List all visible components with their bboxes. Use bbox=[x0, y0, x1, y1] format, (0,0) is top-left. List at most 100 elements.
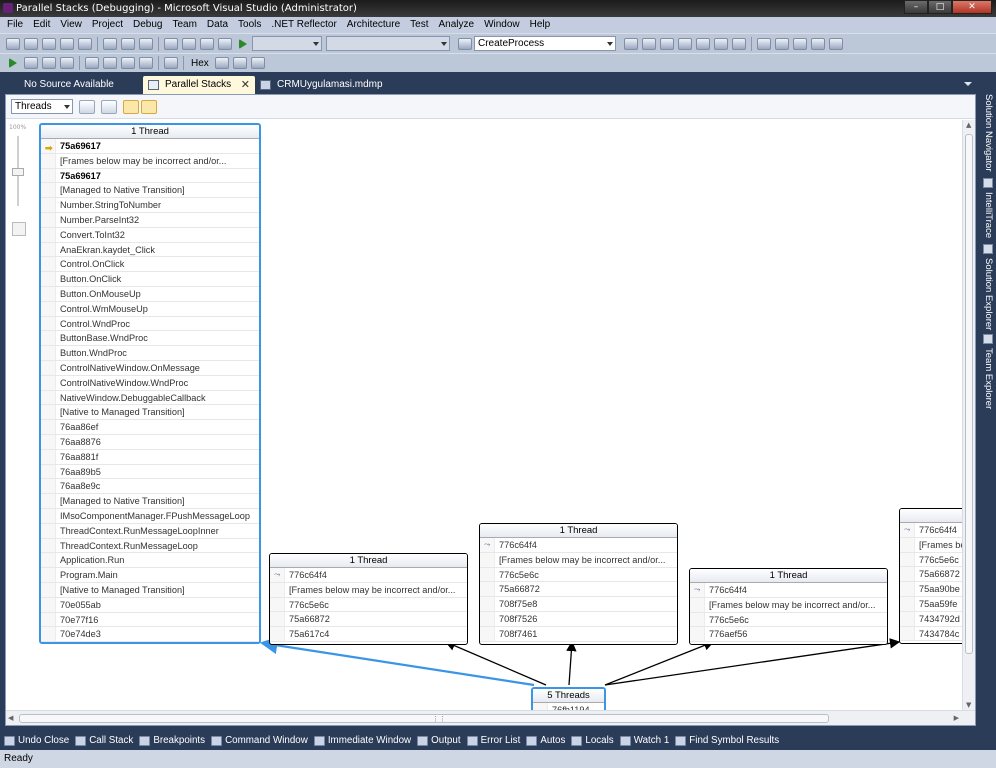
menu-project[interactable]: Project bbox=[87, 17, 128, 33]
stack-frame[interactable]: 708f7526 bbox=[480, 611, 677, 627]
tab-dropdown-icon[interactable] bbox=[964, 82, 972, 86]
stack-frame[interactable]: 75a66872 bbox=[900, 567, 962, 583]
tab-no-source-available[interactable]: No Source Available bbox=[2, 76, 138, 94]
stack-frame[interactable]: Control.WmMouseUp bbox=[41, 301, 259, 317]
navigate-forward-icon[interactable] bbox=[218, 37, 232, 50]
stack-frame[interactable]: 75aa59fe bbox=[900, 596, 962, 612]
vertical-scroll-thumb[interactable] bbox=[965, 134, 973, 654]
stack-frame[interactable]: 76aa881f bbox=[41, 449, 259, 465]
stack-frame[interactable]: 7434792d bbox=[900, 611, 962, 627]
tool-tab-watch-1[interactable]: Watch 1 bbox=[619, 735, 669, 746]
stack-node[interactable]: 1 Thread ⤳ 776c64f4 [Frames below may be in… bbox=[269, 553, 468, 645]
tool-tab-output[interactable]: Output bbox=[417, 735, 461, 746]
stack-frame[interactable]: Number.ParseInt32 bbox=[41, 212, 259, 228]
flag-threads-icon[interactable] bbox=[79, 99, 95, 114]
menu-file[interactable]: File bbox=[2, 17, 28, 33]
horizontal-scroll-thumb[interactable]: ⋮⋮ bbox=[19, 714, 829, 723]
tool-tab-breakpoints[interactable]: Breakpoints bbox=[139, 735, 205, 746]
stack-frame[interactable]: IMsoComponentManager.FPushMessageLoop bbox=[41, 508, 259, 524]
tool-tab-command-window[interactable]: Command Window bbox=[211, 735, 308, 746]
stack-frame[interactable]: [Frames below may be incorrect and/or... bbox=[690, 597, 887, 613]
stack-frame[interactable]: ThreadContext.RunMessageLoop bbox=[41, 538, 259, 554]
object-browser-icon[interactable] bbox=[660, 37, 674, 50]
breakpoints-window-icon[interactable] bbox=[250, 57, 265, 69]
stack-frame[interactable]: AnaEkran.kaydet_Click bbox=[41, 242, 259, 258]
stack-frame[interactable]: ⤳ 776c64f4 bbox=[270, 568, 467, 583]
menu-tools[interactable]: Tools bbox=[233, 17, 266, 33]
scroll-down-icon[interactable]: ▼ bbox=[966, 701, 971, 709]
tool-tab-error-list[interactable]: Error List bbox=[466, 735, 520, 746]
stack-frame[interactable]: ⤳ 776c64f4 bbox=[690, 583, 887, 598]
zoom-thumb[interactable] bbox=[12, 168, 24, 176]
stack-frame[interactable]: [Native to Managed Transition] bbox=[41, 405, 259, 421]
add-item-icon[interactable] bbox=[24, 37, 38, 50]
stack-node-header[interactable]: 5 Threads bbox=[533, 689, 604, 703]
stack-frame[interactable]: 76aa89b5 bbox=[41, 464, 259, 480]
stack-frame[interactable]: ⤳ 776c64f4 bbox=[900, 523, 962, 538]
tab-parallel-stacks[interactable]: Parallel Stacks ✕ bbox=[143, 76, 255, 94]
stack-frame[interactable]: 70e77f16 bbox=[41, 612, 259, 628]
stack-node[interactable]: 5 Threads 76fb1194 bbox=[531, 687, 606, 710]
view-mode-combo[interactable]: Threads bbox=[11, 99, 73, 114]
restart-icon[interactable] bbox=[60, 57, 74, 69]
tool-tab-undo-close[interactable]: Undo Close bbox=[4, 735, 69, 746]
menu-debug[interactable]: Debug bbox=[128, 17, 167, 33]
toolbox-icon[interactable] bbox=[678, 37, 692, 50]
parallel-stacks-diagram[interactable]: 100% 1 Thread ➡ 75a69617 [Frames below may … bbox=[6, 120, 962, 710]
stack-frame[interactable]: 776c5e6c bbox=[900, 552, 962, 568]
stack-frame[interactable]: Control.OnClick bbox=[41, 257, 259, 273]
tool-tab-find-symbol-results[interactable]: Find Symbol Results bbox=[675, 735, 779, 746]
uncomment-icon[interactable] bbox=[775, 37, 789, 50]
stack-frame[interactable]: ButtonBase.WndProc bbox=[41, 331, 259, 347]
horizontal-scrollbar[interactable]: ◀ ⋮⋮ ▶ bbox=[6, 710, 975, 725]
stack-frame[interactable]: 708f75e8 bbox=[480, 597, 677, 612]
cut-icon[interactable] bbox=[103, 37, 117, 50]
stack-frame[interactable]: Button.OnClick bbox=[41, 272, 259, 287]
stack-frame[interactable]: ⤳ 776c64f4 bbox=[480, 538, 677, 553]
stack-frame[interactable]: 776aef56 bbox=[690, 627, 887, 643]
tool-tab-immediate-window[interactable]: Immediate Window bbox=[313, 735, 411, 746]
solution-configuration-combo[interactable] bbox=[252, 36, 322, 51]
stack-frame[interactable]: Application.Run bbox=[41, 553, 259, 569]
show-next-statement-icon[interactable] bbox=[85, 57, 99, 69]
stack-frame[interactable]: 70e055ab bbox=[41, 597, 259, 613]
stack-frame[interactable]: 7434784c bbox=[900, 626, 962, 642]
scroll-up-icon[interactable]: ▲ bbox=[966, 121, 971, 129]
vertical-scrollbar[interactable]: ▲ ▼ bbox=[962, 120, 975, 710]
stack-frame[interactable]: 75a66872 bbox=[480, 582, 677, 598]
stop-debugging-icon[interactable] bbox=[42, 57, 56, 69]
stack-frame[interactable]: [Frames below may be incorrect and/or... bbox=[270, 582, 467, 598]
solution-explorer-icon[interactable] bbox=[624, 37, 638, 50]
tab-crmuygulamasi-mdmp[interactable]: CRMUygulamasi.mdmp bbox=[255, 76, 395, 94]
maximize-button[interactable]: □ bbox=[928, 0, 952, 14]
step-out-icon[interactable] bbox=[139, 57, 153, 69]
side-tab-intellitrace[interactable]: IntelliTrace bbox=[982, 192, 994, 238]
arrow-up-icon[interactable] bbox=[811, 37, 825, 50]
menu-analyze[interactable]: Analyze bbox=[433, 17, 479, 33]
stack-node-header[interactable]: 1 Thread bbox=[690, 569, 887, 583]
tool-tab-locals[interactable]: Locals bbox=[571, 735, 614, 746]
stack-frame[interactable]: [Managed to Native Transition] bbox=[41, 183, 259, 199]
stack-frame[interactable]: Program.Main bbox=[41, 568, 259, 583]
start-page-icon[interactable] bbox=[714, 37, 728, 50]
stack-frame[interactable]: Number.StringToNumber bbox=[41, 198, 259, 213]
continue-icon[interactable] bbox=[9, 58, 17, 68]
stack-frame[interactable]: [Frames below may be incorrect and/or... bbox=[41, 153, 259, 169]
find-combo[interactable]: CreateProcess bbox=[474, 36, 616, 51]
stack-frame[interactable]: [Frames be bbox=[900, 537, 962, 553]
stack-node-header[interactable]: 1 Thread bbox=[480, 524, 677, 538]
save-all-icon[interactable] bbox=[78, 37, 92, 50]
side-tab-team-explorer[interactable]: Team Explorer bbox=[982, 348, 994, 409]
extension-manager-icon[interactable] bbox=[696, 37, 710, 50]
step-over-icon[interactable] bbox=[121, 57, 135, 69]
tool-tab-autos[interactable]: Autos bbox=[526, 735, 565, 746]
side-tab-solution-explorer[interactable]: Solution Explorer bbox=[982, 258, 994, 330]
comment-icon[interactable] bbox=[757, 37, 771, 50]
properties-icon[interactable] bbox=[642, 37, 656, 50]
stack-frame[interactable]: Button.WndProc bbox=[41, 346, 259, 361]
open-file-icon[interactable] bbox=[42, 37, 56, 50]
command-window-icon[interactable] bbox=[732, 37, 746, 50]
close-button[interactable]: ✕ bbox=[952, 0, 992, 14]
stack-frame[interactable]: Button.OnMouseUp bbox=[41, 286, 259, 302]
stack-frame[interactable]: [Native to Managed Transition] bbox=[41, 582, 259, 598]
